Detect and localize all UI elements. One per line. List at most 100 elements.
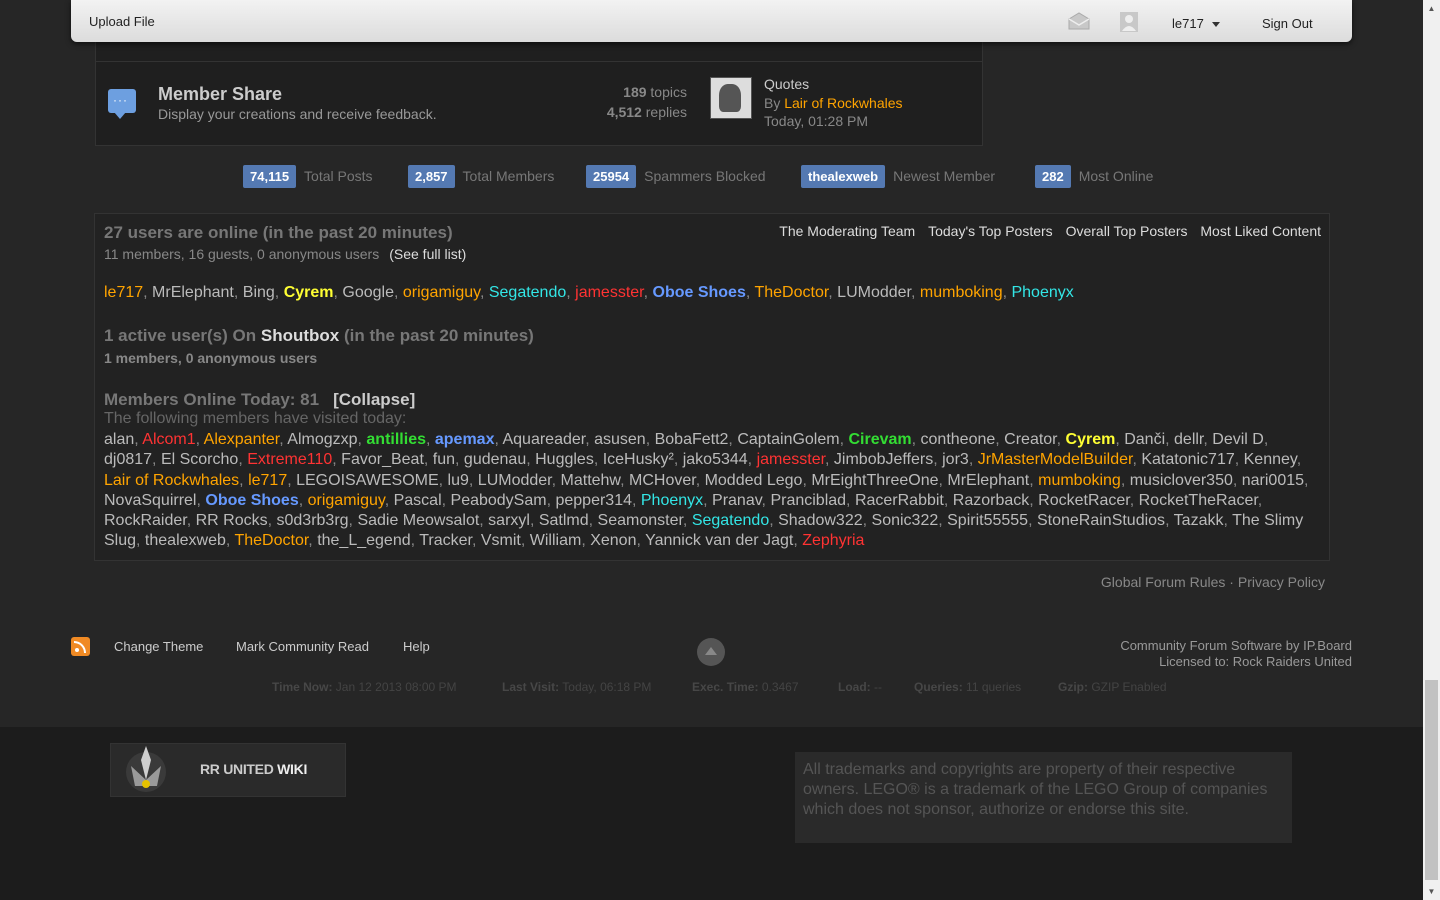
today-user-link[interactable]: Huggles [535, 451, 594, 468]
today-user-link[interactable]: RocketTheRacer [1139, 492, 1258, 509]
online-user-link[interactable]: mumboking [920, 284, 1003, 301]
today-user-link[interactable]: contheone [921, 431, 996, 448]
today-user-link[interactable]: Creator [1004, 431, 1056, 448]
today-user-link[interactable]: gudenau [464, 451, 526, 468]
today-user-link[interactable]: Favor_Beat [341, 451, 424, 468]
today-user-link[interactable]: alan [104, 431, 134, 448]
stat-newest-member[interactable]: thealexweb Newest Member [801, 165, 995, 188]
today-user-link[interactable]: Razorback [953, 492, 1029, 509]
today-user-link[interactable]: Pascal [394, 492, 442, 509]
today-user-link[interactable]: Cyrem [1066, 431, 1116, 448]
today-user-link[interactable]: Tracker [419, 532, 472, 549]
online-user-link[interactable]: Cyrem [284, 284, 334, 301]
last-poster-avatar[interactable] [710, 77, 752, 119]
back-to-top-icon[interactable] [697, 638, 725, 666]
today-user-link[interactable]: sarxyl [488, 512, 530, 529]
today-user-link[interactable]: Sadie Meowsalot [357, 512, 479, 529]
today-user-link[interactable]: Aquareader [502, 431, 585, 448]
last-post-title[interactable]: Quotes [764, 76, 809, 92]
today-user-link[interactable]: RockRaider [104, 512, 187, 529]
online-user-link[interactable]: Oboe Shoes [653, 284, 746, 301]
scroll-down-icon[interactable]: ▼ [1423, 883, 1440, 900]
scroll-up-icon[interactable]: ▲ [1423, 0, 1440, 17]
forum-title[interactable]: Member Share [158, 84, 282, 105]
today-user-link[interactable]: JimbobJeffers [834, 451, 933, 468]
last-post-author[interactable]: Lair of Rockwhales [784, 95, 902, 111]
today-user-link[interactable]: Segatendo [692, 512, 769, 529]
todays-top-posters-link[interactable]: Today's Top Posters [928, 223, 1053, 239]
today-user-link[interactable]: apemax [435, 431, 495, 448]
today-user-link[interactable]: Katatonic717 [1141, 451, 1234, 468]
today-user-link[interactable]: musiclover350 [1130, 472, 1233, 489]
today-user-link[interactable]: Yannick van der Jagt [645, 532, 793, 549]
today-user-link[interactable]: BobaFett2 [655, 431, 729, 448]
today-user-link[interactable]: Satlmd [539, 512, 589, 529]
today-user-link[interactable]: RocketRacer [1038, 492, 1130, 509]
upload-file-link[interactable]: Upload File [89, 14, 155, 29]
today-user-link[interactable]: Zephyria [802, 532, 864, 549]
today-user-link[interactable]: origamiguy [308, 492, 385, 509]
today-user-link[interactable]: Pranciblad [770, 492, 846, 509]
today-user-link[interactable]: Vsmit [481, 532, 521, 549]
global-rules-link[interactable]: Global Forum Rules [1101, 574, 1226, 590]
user-menu[interactable]: le717 [1172, 16, 1220, 31]
today-user-link[interactable]: antillies [366, 431, 426, 448]
today-user-link[interactable]: lu9 [448, 472, 469, 489]
today-user-link[interactable]: dellr [1174, 431, 1203, 448]
today-user-link[interactable]: Kenney [1244, 451, 1297, 468]
today-user-link[interactable]: Cirevam [848, 431, 911, 448]
today-user-link[interactable]: fun [433, 451, 455, 468]
today-user-link[interactable]: Danči [1124, 431, 1165, 448]
online-user-link[interactable]: origamiguy [403, 284, 480, 301]
help-link[interactable]: Help [403, 639, 430, 654]
today-user-link[interactable]: Pranav [712, 492, 762, 509]
sign-out-link[interactable]: Sign Out [1262, 16, 1313, 31]
today-user-link[interactable]: PeabodySam [451, 492, 547, 509]
today-user-link[interactable]: StoneRainStudios [1037, 512, 1165, 529]
today-user-link[interactable]: RacerRabbit [855, 492, 944, 509]
today-user-link[interactable]: Lair of Rockwhales [104, 472, 239, 489]
today-user-link[interactable]: Oboe Shoes [205, 492, 298, 509]
today-user-link[interactable]: mumboking [1038, 472, 1121, 489]
today-user-link[interactable]: CaptainGolem [737, 431, 839, 448]
today-user-link[interactable]: Spirit55555 [947, 512, 1028, 529]
today-user-link[interactable]: asusen [594, 431, 646, 448]
see-full-list-link[interactable]: (See full list) [389, 246, 466, 262]
online-user-link[interactable]: le717 [104, 284, 143, 301]
online-user-link[interactable]: Segatendo [489, 284, 566, 301]
today-user-link[interactable]: dj0817 [104, 451, 152, 468]
today-user-link[interactable]: Shadow322 [778, 512, 863, 529]
online-user-link[interactable]: TheDoctor [754, 284, 828, 301]
today-user-link[interactable]: JrMasterModelBuilder [978, 451, 1133, 468]
most-liked-content-link[interactable]: Most Liked Content [1200, 223, 1321, 239]
today-user-link[interactable]: thealexweb [145, 532, 226, 549]
today-user-link[interactable]: jor3 [942, 451, 969, 468]
today-user-link[interactable]: LEGOISAWESOME [296, 472, 439, 489]
online-user-link[interactable]: jamesster [575, 284, 643, 301]
today-user-link[interactable]: Modded Lego [705, 472, 803, 489]
today-user-link[interactable]: Devil D [1212, 431, 1264, 448]
profile-icon[interactable] [1120, 12, 1138, 32]
today-user-link[interactable]: Xenon [590, 532, 636, 549]
today-user-link[interactable]: s0d3rb3rg [277, 512, 349, 529]
today-user-link[interactable]: Phoenyx [641, 492, 703, 509]
today-user-link[interactable]: William [530, 532, 582, 549]
today-user-link[interactable]: Seamonster [598, 512, 683, 529]
page-scrollbar[interactable]: ▲ ▼ [1423, 0, 1440, 900]
today-user-link[interactable]: Sonic322 [872, 512, 939, 529]
today-user-link[interactable]: MrEightThreeOne [811, 472, 938, 489]
today-user-link[interactable]: LUModder [478, 472, 552, 489]
online-user-link[interactable]: MrElephant [152, 284, 234, 301]
today-user-link[interactable]: Alexpanter [204, 431, 280, 448]
change-theme-link[interactable]: Change Theme [114, 639, 203, 654]
today-user-link[interactable]: TheDoctor [234, 532, 308, 549]
rss-icon[interactable] [71, 637, 90, 656]
online-user-link[interactable]: Bing [243, 284, 275, 301]
today-user-link[interactable]: the_L_egend [317, 532, 410, 549]
today-user-link[interactable]: RR Rocks [196, 512, 268, 529]
collapse-link[interactable]: [Collapse] [333, 390, 415, 409]
mark-community-read-link[interactable]: Mark Community Read [236, 639, 369, 654]
today-user-link[interactable]: MrElephant [947, 472, 1029, 489]
online-user-link[interactable]: Google [342, 284, 394, 301]
messenger-icon[interactable] [1068, 12, 1090, 30]
